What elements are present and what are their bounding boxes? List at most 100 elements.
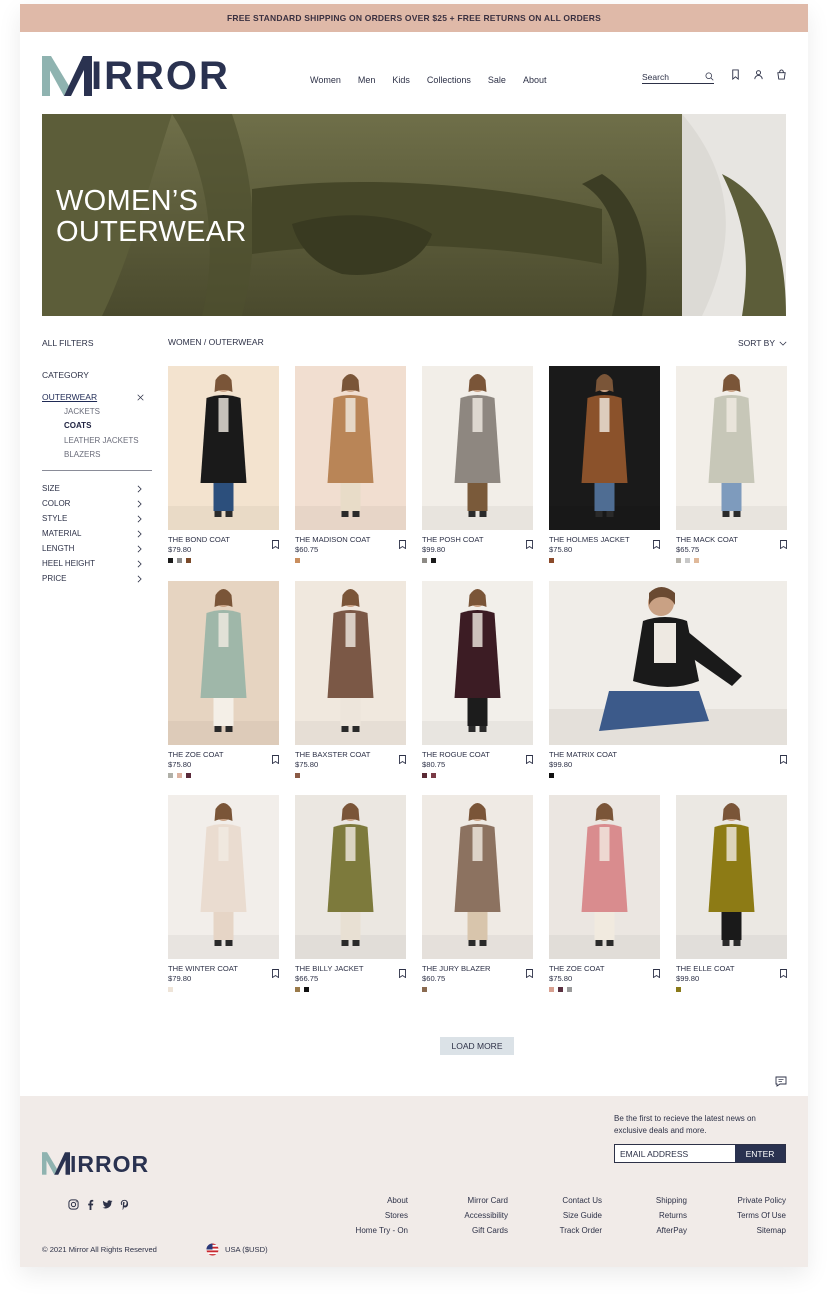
product-name[interactable]: THE ROGUE COAT [422,750,533,759]
color-swatch[interactable] [295,558,300,563]
color-swatch[interactable] [549,773,554,778]
footer-link-afterpay[interactable]: AfterPay [628,1223,687,1238]
product-image[interactable] [549,366,660,530]
all-filters-button[interactable]: ALL FILTERS [42,338,154,348]
color-swatch[interactable] [168,558,173,563]
product-name[interactable]: THE BAXSTER COAT [295,750,406,759]
color-swatch[interactable] [186,558,191,563]
bookmark-icon[interactable] [399,965,406,979]
filter-size[interactable]: SIZE [42,481,142,496]
product-card[interactable]: THE JURY BLAZER $60.75 [422,795,533,992]
product-image[interactable] [422,581,533,745]
footer-link-stores[interactable]: Stores [348,1208,408,1223]
color-swatch[interactable] [676,987,681,992]
nav-about[interactable]: About [523,75,547,85]
email-field[interactable]: EMAIL ADDRESS [615,1145,735,1162]
product-card[interactable]: THE ELLE COAT $99.80 [676,795,787,992]
bookmark-icon[interactable] [780,965,787,979]
color-swatch[interactable] [431,773,436,778]
filter-heel-height[interactable]: HEEL HEIGHT [42,556,142,571]
close-icon[interactable] [137,393,144,401]
bookmark-icon[interactable] [780,751,787,765]
filter-price[interactable]: PRICE [42,571,142,586]
product-name[interactable]: THE MACK COAT [676,535,787,544]
chat-icon[interactable] [775,1076,787,1087]
color-swatch[interactable] [304,987,309,992]
bookmark-icon[interactable] [526,536,533,550]
twitter-icon[interactable] [102,1199,113,1210]
color-swatch[interactable] [685,558,690,563]
filter-color[interactable]: COLOR [42,496,142,511]
color-swatch[interactable] [168,987,173,992]
instagram-icon[interactable] [68,1199,79,1210]
bookmark-icon[interactable] [653,965,660,979]
product-image[interactable] [549,581,787,745]
footer-link-accessibility[interactable]: Accessibility [438,1208,508,1223]
product-name[interactable]: THE MATRIX COAT [549,750,787,759]
footer-link-mirror-card[interactable]: Mirror Card [438,1193,508,1208]
color-swatch[interactable] [694,558,699,563]
product-image[interactable] [295,795,406,959]
bookmark-icon[interactable] [272,965,279,979]
bookmark-icon[interactable] [526,751,533,765]
product-name[interactable]: THE ZOE COAT [549,964,660,973]
product-name[interactable]: THE BOND COAT [168,535,279,544]
filter-length[interactable]: LENGTH [42,541,142,556]
product-name[interactable]: THE POSH COAT [422,535,533,544]
footer-link-about[interactable]: About [348,1193,408,1208]
bookmark-icon[interactable] [272,536,279,550]
footer-link-private-policy[interactable]: Private Policy [710,1193,786,1208]
product-name[interactable]: THE MADISON COAT [295,535,406,544]
bookmark-icon[interactable] [730,69,741,80]
color-swatch[interactable] [558,987,563,992]
color-swatch[interactable] [431,558,436,563]
footer-logo[interactable]: IRROR [42,1152,149,1176]
footer-link-contact-us[interactable]: Contact Us [534,1193,602,1208]
color-swatch[interactable] [422,987,427,992]
bookmark-icon[interactable] [780,536,787,550]
product-card[interactable]: THE HOLMES JACKET $75.80 [549,366,660,563]
selected-category[interactable]: OUTERWEAR [42,392,144,402]
footer-link-gift-cards[interactable]: Gift Cards [438,1223,508,1238]
color-swatch[interactable] [422,558,427,563]
nav-men[interactable]: Men [358,75,376,85]
color-swatch[interactable] [177,558,182,563]
product-name[interactable]: THE ELLE COAT [676,964,787,973]
color-swatch[interactable] [422,773,427,778]
product-name[interactable]: THE JURY BLAZER [422,964,533,973]
nav-kids[interactable]: Kids [392,75,410,85]
footer-link-home-try-on[interactable]: Home Try - On [348,1223,408,1238]
product-card[interactable]: THE WINTER COAT $79.80 [168,795,279,992]
locale-selector[interactable]: USA ($USD) [206,1243,268,1256]
color-swatch[interactable] [295,773,300,778]
color-swatch[interactable] [676,558,681,563]
footer-link-track-order[interactable]: Track Order [534,1223,602,1238]
bookmark-icon[interactable] [399,536,406,550]
bookmark-icon[interactable] [653,536,660,550]
sort-dropdown[interactable]: SORT BY [738,338,787,348]
product-image[interactable] [295,366,406,530]
bookmark-icon[interactable] [399,751,406,765]
bookmark-icon[interactable] [526,965,533,979]
product-card[interactable]: THE BAXSTER COAT $75.80 [295,581,406,778]
color-swatch[interactable] [567,987,572,992]
pinterest-icon[interactable] [119,1199,130,1210]
product-name[interactable]: THE ZOE COAT [168,750,279,759]
filter-style[interactable]: STYLE [42,511,142,526]
user-icon[interactable] [753,69,764,80]
facebook-icon[interactable] [85,1199,96,1210]
search-icon[interactable] [705,72,714,81]
product-image[interactable] [422,366,533,530]
footer-link-terms-of-use[interactable]: Terms Of Use [710,1208,786,1223]
product-image[interactable] [168,366,279,530]
subcategory-blazers[interactable]: BLAZERS [64,448,154,462]
subcategory-coats[interactable]: COATS [64,419,154,433]
brand-logo[interactable]: IRROR [42,52,230,96]
product-card[interactable]: THE BILLY JACKET $66.75 [295,795,406,992]
color-swatch[interactable] [549,987,554,992]
subcategory-jackets[interactable]: JACKETS [64,405,154,419]
footer-link-size-guide[interactable]: Size Guide [534,1208,602,1223]
product-image[interactable] [168,795,279,959]
product-card[interactable]: THE MACK COAT $65.75 [676,366,787,563]
product-card[interactable]: THE MATRIX COAT $99.80 [549,581,787,778]
